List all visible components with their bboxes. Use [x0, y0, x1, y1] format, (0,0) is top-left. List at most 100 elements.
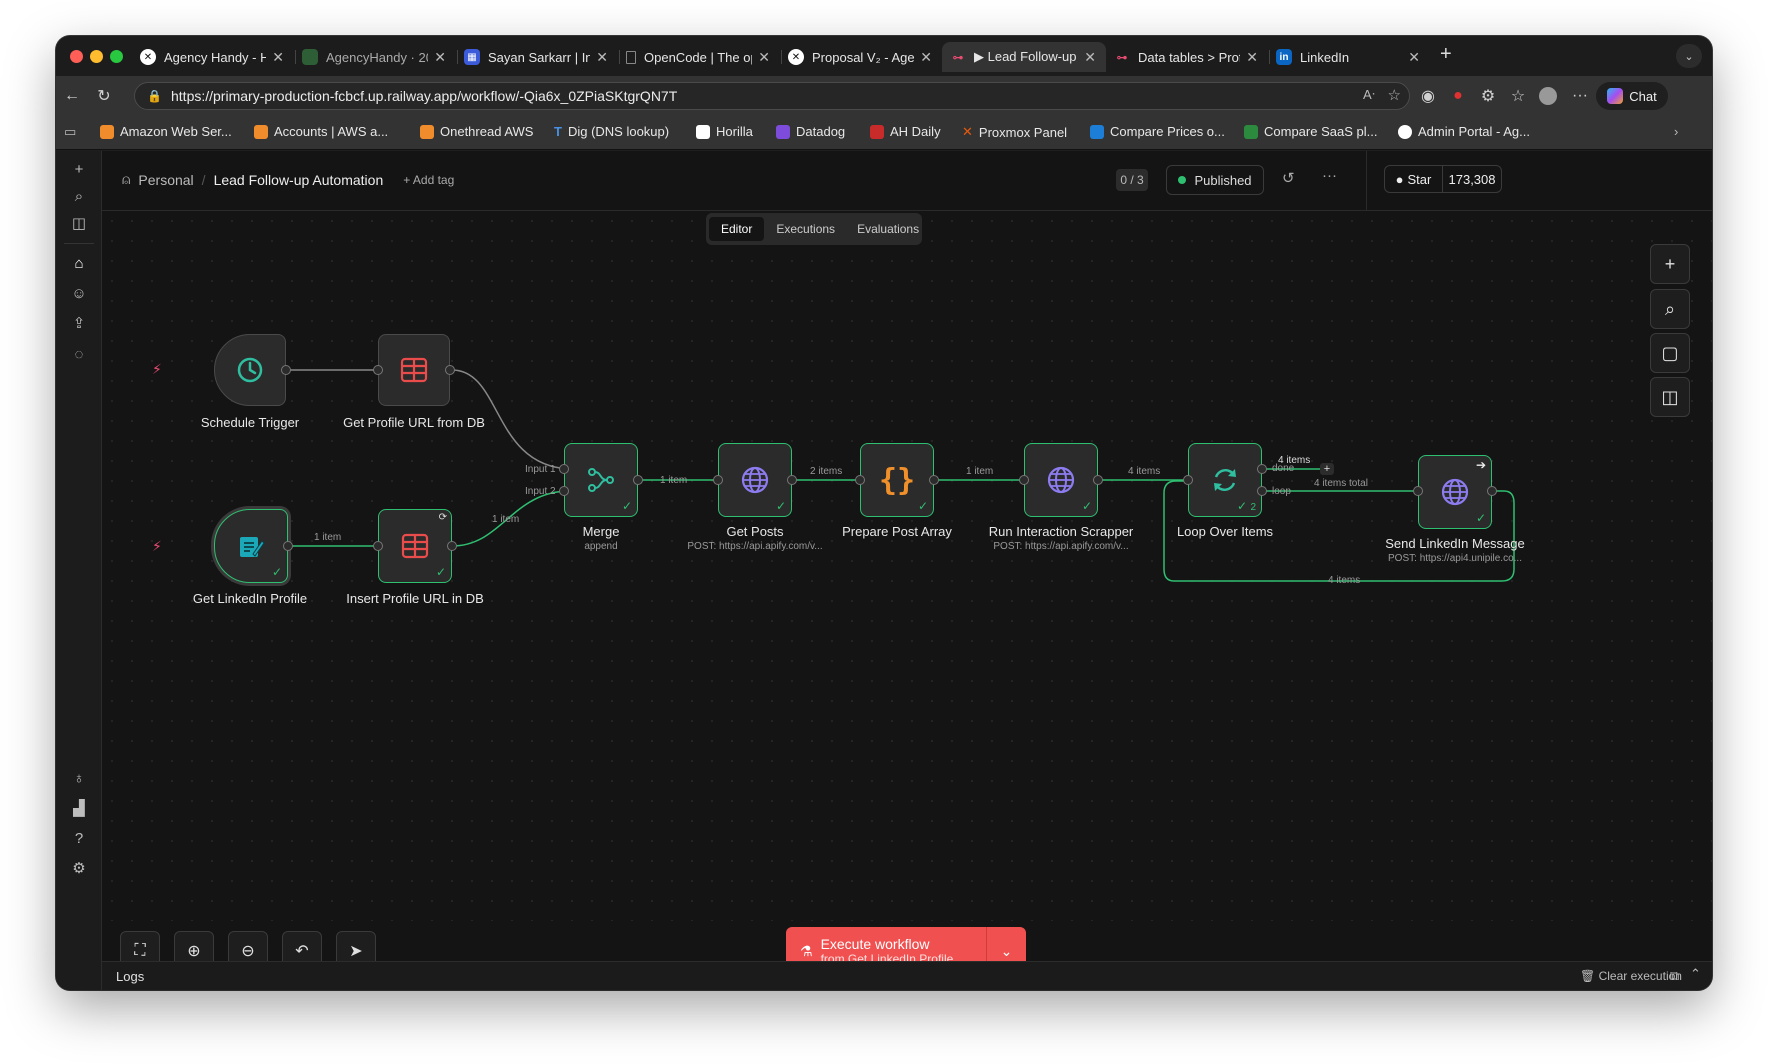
- trigger-bolt-icon: ⚡: [152, 538, 162, 554]
- share-icon[interactable]: ⇪: [69, 313, 89, 333]
- breadcrumb-personal[interactable]: Personal: [138, 172, 193, 188]
- node-get-linkedin-profile[interactable]: ✓: [214, 509, 288, 583]
- node-label: Schedule Trigger: [200, 415, 300, 430]
- node-merge[interactable]: ✓: [564, 443, 638, 517]
- tab-linkedin[interactable]: in LinkedIn ✕: [1268, 42, 1430, 72]
- flask-icon: ⚗: [800, 942, 813, 959]
- close-window-button[interactable]: [70, 50, 83, 63]
- tab-sayan-inbox[interactable]: ▦ Sayan Sarkarr | Inbox ✕: [456, 42, 618, 72]
- add-icon[interactable]: +: [69, 159, 89, 179]
- back-icon[interactable]: ←: [62, 86, 82, 106]
- node-label: Get Posts: [726, 524, 784, 539]
- node-send-linkedin-message[interactable]: ➔ ✓: [1418, 455, 1492, 529]
- close-tab-icon[interactable]: ✕: [434, 49, 446, 66]
- tab-lead-follow-up[interactable]: ⊶ ▶ Lead Follow-up Aut ✕: [942, 42, 1106, 72]
- new-tab-button[interactable]: +: [1440, 43, 1452, 66]
- logs-bar[interactable]: Logs 🗑︎ Clear execution ⧉ ⌃: [102, 961, 1712, 990]
- published-status[interactable]: Published: [1166, 165, 1264, 195]
- add-node-icon[interactable]: +: [1650, 244, 1690, 284]
- popout-icon[interactable]: ⧉: [1670, 968, 1679, 984]
- copilot-icon: [1607, 88, 1624, 104]
- home-icon[interactable]: ⌂: [69, 253, 89, 273]
- bookmark-amazon[interactable]: Amazon Web Ser...: [100, 124, 232, 139]
- more-menu-icon[interactable]: ···: [1570, 86, 1590, 106]
- profile-avatar[interactable]: [1538, 86, 1558, 106]
- bookmark-admin-portal[interactable]: Admin Portal - Ag...: [1398, 124, 1530, 139]
- more-options-icon[interactable]: ···: [1322, 167, 1337, 184]
- workflow-canvas[interactable]: ⚡ Schedule Trigger Get Profile URL from …: [102, 211, 1712, 921]
- node-get-profile-url[interactable]: [378, 334, 450, 406]
- favorites-icon[interactable]: ☆: [1508, 86, 1528, 106]
- insights-icon[interactable]: ▟: [69, 798, 89, 818]
- sidebar-toggle-icon[interactable]: ▭: [64, 124, 76, 140]
- help-icon[interactable]: ?: [69, 828, 89, 848]
- extensions-icon[interactable]: ⚙: [1478, 86, 1498, 106]
- bookmark-proxmox[interactable]: ✕ Proxmox Panel: [962, 124, 1067, 140]
- clear-execution-button[interactable]: 🗑︎ Clear execution: [1580, 969, 1682, 983]
- node-prepare-post-array[interactable]: {} ✓: [860, 443, 934, 517]
- panel-toggle-icon[interactable]: ◫: [69, 213, 89, 233]
- github-star-button[interactable]: ● Star 173,308: [1384, 165, 1502, 193]
- version-counter[interactable]: 0 / 3: [1116, 169, 1148, 191]
- add-node-button[interactable]: +: [1320, 463, 1334, 475]
- sticky-note-icon[interactable]: ▢: [1650, 333, 1690, 373]
- history-icon[interactable]: ↺: [1282, 169, 1295, 187]
- globe-icon: [741, 466, 769, 494]
- workflow-title[interactable]: Lead Follow-up Automation: [214, 172, 384, 188]
- bookmark-accounts-aws[interactable]: Accounts | AWS a...: [254, 124, 388, 139]
- search-nodes-icon[interactable]: ⌕: [1650, 289, 1690, 329]
- favorite-star-icon[interactable]: ☆: [1388, 86, 1401, 104]
- bookmark-compare-saas[interactable]: Compare SaaS pl...: [1244, 124, 1377, 139]
- chat-icon[interactable]: ◌: [69, 344, 89, 364]
- add-tag-button[interactable]: + Add tag: [403, 173, 454, 187]
- tab-opencode[interactable]: OpenCode | The open ✕: [618, 42, 780, 72]
- close-tab-icon[interactable]: ✕: [596, 49, 608, 66]
- close-tab-icon[interactable]: ✕: [1246, 49, 1258, 66]
- extension-copilot-icon[interactable]: ◉: [1418, 86, 1438, 106]
- close-tab-icon[interactable]: ✕: [1084, 49, 1096, 66]
- close-tab-icon[interactable]: ✕: [1408, 49, 1420, 66]
- read-aloud-icon[interactable]: Aᐧ: [1363, 87, 1375, 103]
- search-icon[interactable]: ⌕: [69, 186, 89, 206]
- chevron-up-icon[interactable]: ⌃: [1690, 966, 1701, 982]
- node-get-posts[interactable]: ✓: [718, 443, 792, 517]
- settings-icon[interactable]: ⚙: [69, 858, 89, 878]
- tab-data-tables[interactable]: ⊶ Data tables > Profiles ✕: [1106, 42, 1268, 72]
- bookmark-horilla[interactable]: Horilla: [696, 124, 753, 139]
- tab-search-button[interactable]: ⌄: [1676, 44, 1702, 68]
- bookmark-datadog[interactable]: Datadog: [776, 124, 845, 139]
- tab-agency-handy-huly[interactable]: ✕ Agency Handy - Huly ✕: [132, 42, 294, 72]
- bookmark-ah-daily[interactable]: AH Daily: [870, 124, 941, 139]
- url-text: https://primary-production-fcbcf.up.rail…: [171, 88, 678, 104]
- tab-executions[interactable]: Executions: [766, 217, 845, 241]
- close-tab-icon[interactable]: ✕: [758, 49, 770, 66]
- close-tab-icon[interactable]: ✕: [272, 49, 284, 66]
- tab-editor[interactable]: Editor: [709, 217, 765, 241]
- success-check-icon: ✓: [621, 499, 632, 513]
- node-schedule-trigger[interactable]: [214, 334, 286, 406]
- maximize-window-button[interactable]: [110, 50, 123, 63]
- minimize-window-button[interactable]: [90, 50, 103, 63]
- extension-red-icon[interactable]: ●: [1448, 86, 1468, 106]
- node-sublabel: append: [584, 541, 618, 552]
- linkedin-icon: in: [1276, 49, 1292, 65]
- close-tab-icon[interactable]: ✕: [920, 49, 932, 66]
- address-bar[interactable]: 🔒 https://primary-production-fcbcf.up.ra…: [134, 82, 1410, 110]
- user-icon[interactable]: ☺: [69, 283, 89, 303]
- site-info-icon[interactable]: 🔒: [147, 89, 162, 103]
- node-loop-over-items[interactable]: ✓ 2: [1188, 443, 1262, 517]
- lightbulb-icon[interactable]: ♁: [69, 768, 89, 788]
- tab-proposal[interactable]: ✕ Proposal V₂ - Agency ✕: [780, 42, 942, 72]
- node-label: Send LinkedIn Message: [1385, 536, 1525, 551]
- node-insert-profile-url[interactable]: ⟳ ✓: [378, 509, 452, 583]
- side-panel-icon[interactable]: ◫: [1650, 377, 1690, 417]
- bookmarks-more-icon[interactable]: ›: [1674, 124, 1678, 139]
- bookmark-onethread[interactable]: Onethread AWS: [420, 124, 533, 139]
- tab-evaluations[interactable]: Evaluations: [847, 217, 929, 241]
- bookmark-compare-prices[interactable]: Compare Prices o...: [1090, 124, 1225, 139]
- bookmark-dig[interactable]: T Dig (DNS lookup): [554, 124, 669, 139]
- reload-icon[interactable]: ↻: [94, 86, 114, 106]
- node-run-interaction-scrapper[interactable]: ✓: [1024, 443, 1098, 517]
- tab-agencyhandy-2026[interactable]: AgencyHandy · 2026 ✕: [294, 42, 456, 72]
- chat-button[interactable]: Chat: [1596, 82, 1668, 110]
